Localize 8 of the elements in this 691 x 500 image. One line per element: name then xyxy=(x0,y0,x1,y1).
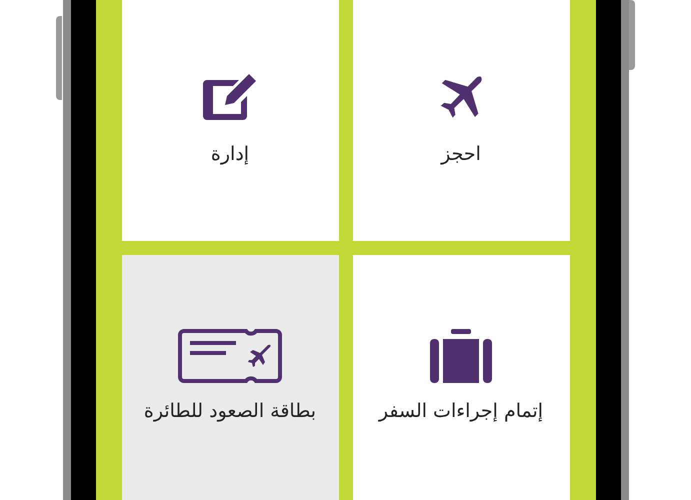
menu-tile[interactable]: احجز xyxy=(352,0,570,241)
suitcase-icon xyxy=(430,329,492,384)
side-button[interactable] xyxy=(629,0,635,70)
menu-tile[interactable]: إتمام إجراءات السفر xyxy=(352,255,570,500)
menu-tile[interactable]: إدارة xyxy=(122,0,338,241)
boarding-pass-icon xyxy=(178,329,282,384)
menu-tile[interactable]: بطاقة الصعود للطائرة xyxy=(122,255,338,500)
side-button[interactable] xyxy=(56,16,62,100)
